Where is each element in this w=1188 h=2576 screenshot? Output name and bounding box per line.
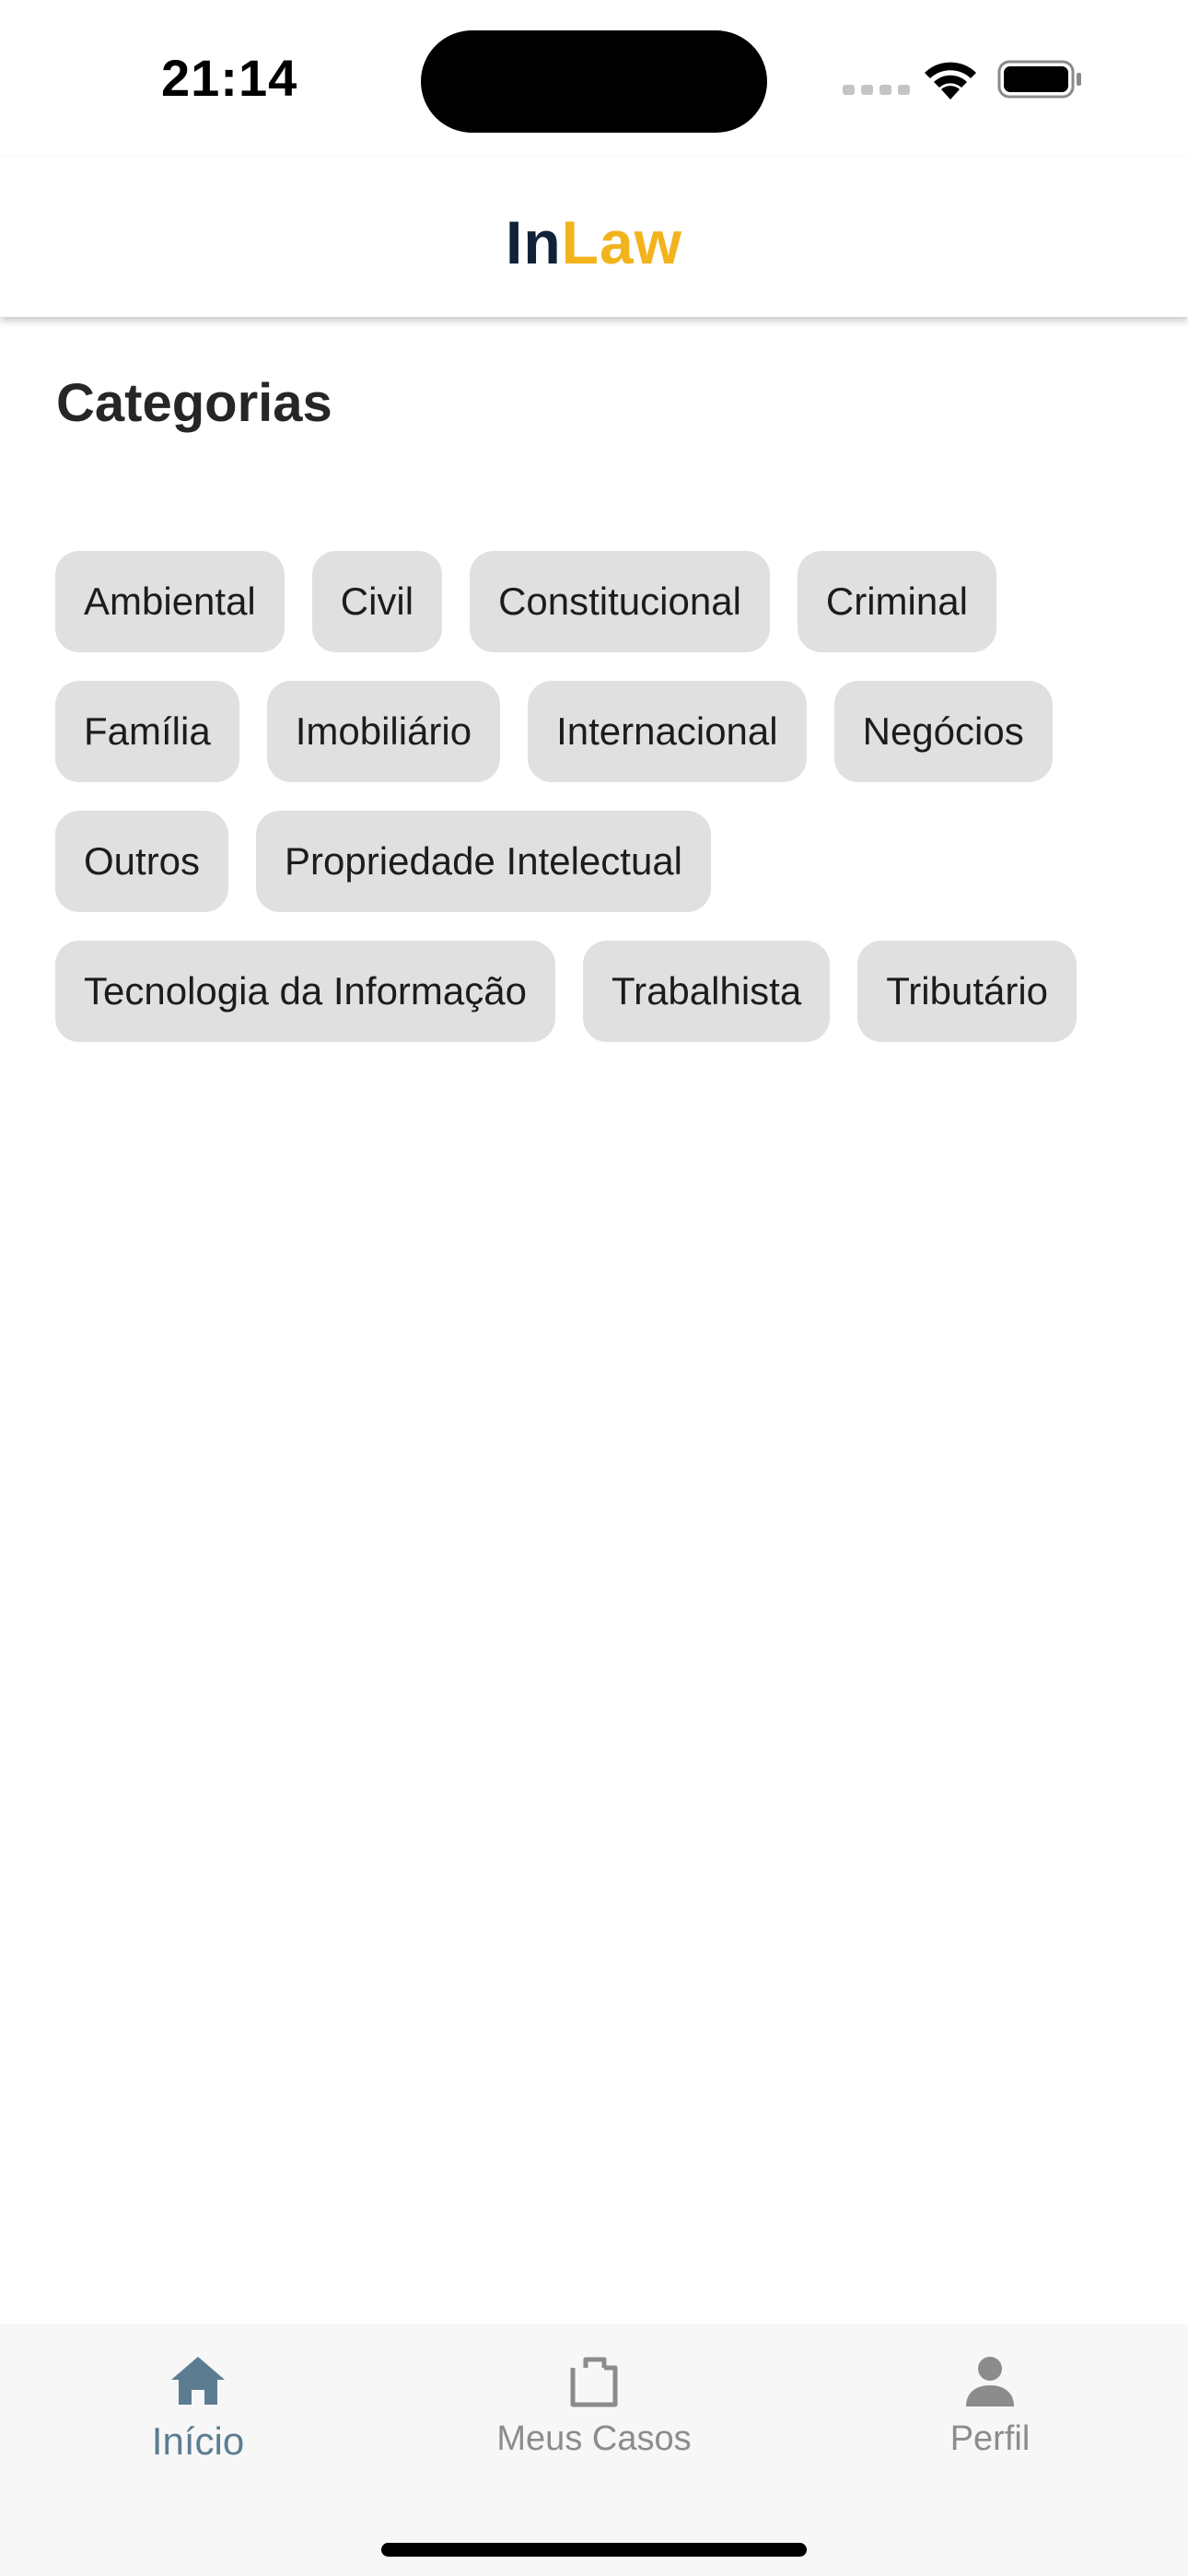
category-chip-tributario[interactable]: Tributário <box>857 941 1077 1042</box>
category-row-3: Outros Propriedade Intelectual <box>55 811 712 912</box>
home-indicator[interactable] <box>381 2543 807 2557</box>
category-chip-criminal[interactable]: Criminal <box>797 551 996 652</box>
battery-icon <box>997 60 1081 99</box>
category-chip-internacional[interactable]: Internacional <box>528 681 807 782</box>
person-icon <box>966 2357 1014 2406</box>
logo-in: In <box>505 208 562 276</box>
categories-title: Categorias <box>56 373 332 433</box>
logo-law: Law <box>561 208 682 276</box>
home-icon <box>171 2357 225 2405</box>
main-content: Categorias Ambiental Civil Constituciona… <box>0 317 1188 2324</box>
category-chip-familia[interactable]: Família <box>55 681 239 782</box>
bottom-tab-bar: Início Meus Casos Perfil <box>0 2324 1188 2576</box>
app-logo: InLaw <box>0 207 1188 277</box>
category-chip-imobiliario[interactable]: Imobiliário <box>266 681 501 782</box>
tab-perfil[interactable]: Perfil <box>843 2351 1137 2489</box>
category-chip-trabalhista[interactable]: Trabalhista <box>582 941 831 1042</box>
category-chip-negocios[interactable]: Negócios <box>833 681 1053 782</box>
category-chip-propriedade-intelectual[interactable]: Propriedade Intelectual <box>256 811 712 912</box>
tab-meus-casos-label: Meus Casos <box>496 2419 692 2458</box>
wifi-icon <box>925 62 976 100</box>
category-chip-constitucional[interactable]: Constitucional <box>470 551 770 652</box>
tab-meus-casos[interactable]: Meus Casos <box>447 2351 741 2489</box>
category-row-2: Família Imobiliário Internacional Negóci… <box>55 681 1053 782</box>
tab-perfil-label: Perfil <box>949 2419 1031 2458</box>
briefcase-icon <box>570 2357 618 2407</box>
category-chip-civil[interactable]: Civil <box>311 551 443 652</box>
app-header: InLaw <box>0 157 1188 317</box>
category-row-4: Tecnologia da Informação Trabalhista Tri… <box>55 941 1077 1042</box>
category-row-1: Ambiental Civil Constitucional Criminal <box>55 551 996 652</box>
tab-inicio-label: Início <box>151 2419 245 2463</box>
category-chip-outros[interactable]: Outros <box>55 811 229 912</box>
tab-inicio[interactable]: Início <box>51 2351 345 2489</box>
category-chip-ambiental[interactable]: Ambiental <box>55 551 285 652</box>
dynamic-island <box>421 30 767 133</box>
status-bar: 21:14 <box>0 0 1188 157</box>
category-chip-tecnologia-da-informacao[interactable]: Tecnologia da Informação <box>55 941 555 1042</box>
cellular-signal-icon <box>843 85 910 95</box>
status-time: 21:14 <box>161 49 298 107</box>
